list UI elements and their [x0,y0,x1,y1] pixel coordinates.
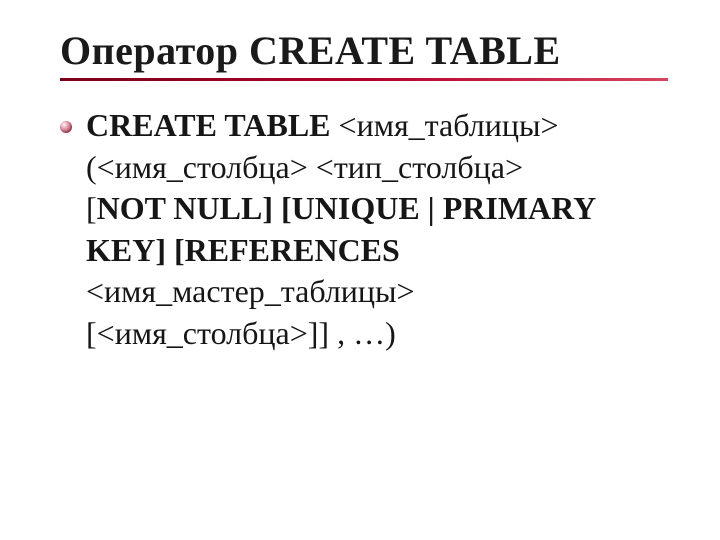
line1-normal: <имя_таблицы> [339,107,559,143]
line3-tail: <имя_мастер_таблицы> [<имя_столбца>]] , … [86,273,415,351]
bullet-icon [60,121,72,133]
title-underline [60,78,668,81]
line3-bold: NOT NULL] [UNIQUE | PRIMARY KEY] [REFERE… [86,190,595,268]
slide: Оператор CREATE TABLE CREATE TABLE <имя_… [0,0,720,540]
line2: (<имя_столбца> <тип_столбца> [86,149,523,185]
body-block: CREATE TABLE <имя_таблицы> (<имя_столбца… [60,105,668,355]
line3-bracket: [ [86,190,97,226]
body-text: CREATE TABLE <имя_таблицы> (<имя_столбца… [86,105,646,355]
line1-bold: CREATE TABLE [86,107,339,143]
slide-title: Оператор CREATE TABLE [60,28,668,74]
